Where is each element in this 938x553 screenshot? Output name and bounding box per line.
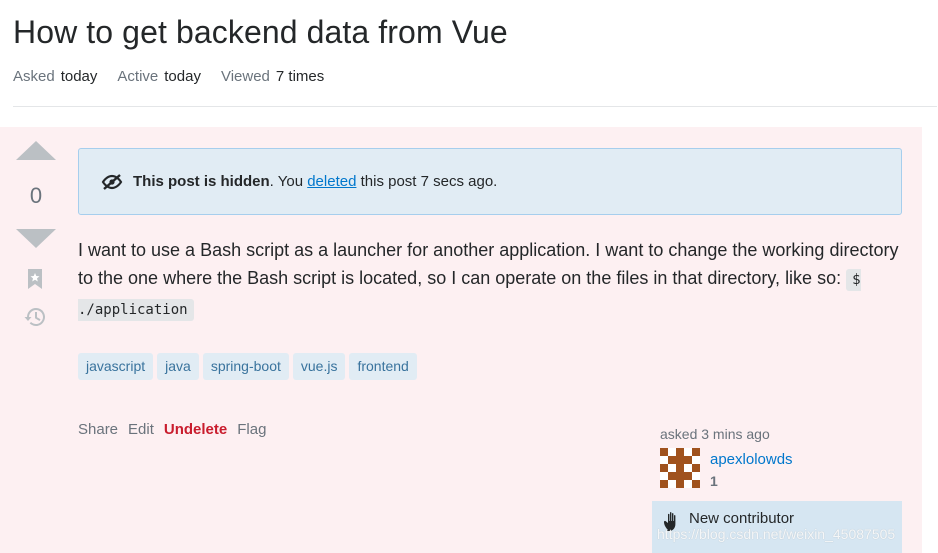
header-divider — [13, 106, 937, 107]
asked-time[interactable]: asked 3 mins ago — [660, 426, 770, 442]
vote-count: 0 — [29, 183, 43, 208]
question-title[interactable]: How to get backend data from Vue — [13, 14, 508, 51]
notice-text-2: this post 7 secs ago. — [356, 173, 498, 190]
post-menu: Share Edit Undelete Flag — [78, 421, 266, 438]
meta-asked-value: today — [60, 68, 98, 85]
meta-active-label: Active — [117, 68, 159, 85]
meta-active: Active today — [117, 68, 201, 85]
upvote-button[interactable] — [16, 141, 56, 160]
tag-frontend[interactable]: frontend — [349, 353, 417, 380]
downvote-button[interactable] — [16, 229, 56, 248]
meta-viewed-label: Viewed — [220, 68, 270, 85]
bookmark-icon[interactable] — [26, 268, 44, 295]
edit-link[interactable]: Edit — [128, 421, 154, 438]
user-name-link[interactable]: apexlolowds — [710, 451, 793, 468]
post-body-text: I want to use a Bash script as a launche… — [78, 240, 899, 288]
meta-asked-label: Asked — [13, 68, 55, 85]
meta-viewed-value: 7 times — [275, 68, 325, 85]
notice-title: This post is hidden — [133, 173, 270, 190]
tag-java[interactable]: java — [157, 353, 199, 380]
watermark-text: https://blog.csdn.net/weixin_45087505 — [657, 526, 896, 542]
tag-javascript[interactable]: javascript — [78, 353, 154, 380]
new-contributor-label: New contributor — [689, 510, 795, 527]
meta-active-value[interactable]: today — [164, 68, 201, 85]
history-icon[interactable] — [23, 305, 47, 334]
share-link[interactable]: Share — [78, 421, 118, 438]
question-meta: Asked today Active today Viewed 7 times — [13, 68, 324, 85]
question-page: How to get backend data from Vue Asked to… — [0, 0, 938, 553]
meta-asked: Asked today — [13, 68, 97, 85]
eye-off-icon — [101, 173, 123, 191]
user-reputation: 1 — [710, 473, 718, 489]
tag-spring-boot[interactable]: spring-boot — [202, 353, 289, 380]
meta-viewed: Viewed 7 times — [221, 68, 324, 85]
tag-list: javascript java spring-boot vue.js front… — [78, 353, 417, 380]
notice-text-1: . You — [269, 173, 308, 190]
undelete-link[interactable]: Undelete — [164, 421, 227, 438]
tag-vuejs[interactable]: vue.js — [292, 353, 346, 380]
hidden-post-notice: This post is hidden. You deleted this po… — [78, 148, 902, 215]
post-body: I want to use a Bash script as a launche… — [78, 236, 908, 324]
avatar[interactable] — [660, 448, 700, 488]
deleted-link[interactable]: deleted — [307, 173, 356, 190]
flag-link[interactable]: Flag — [237, 421, 266, 438]
